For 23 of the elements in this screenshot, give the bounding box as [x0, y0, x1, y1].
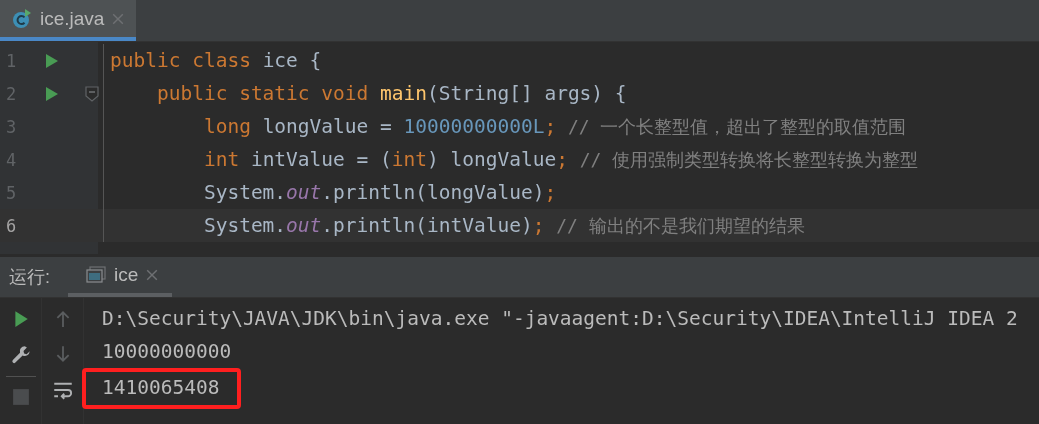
run-icon[interactable]	[44, 52, 60, 69]
line-number: 6	[5, 215, 18, 236]
fold-icon[interactable]	[85, 85, 99, 102]
soft-wrap-icon[interactable]	[52, 380, 73, 400]
file-tab[interactable]: ice.java	[0, 0, 137, 41]
console-line: 1410065408	[102, 376, 220, 399]
code-line: System.out.println(longValue);	[202, 181, 557, 204]
code-line: public static void main(String[] args) {	[155, 82, 627, 105]
code-line: System.out.println(intValue); // 输出的不是我们期望的结果	[202, 213, 805, 238]
run-icon[interactable]	[44, 85, 60, 102]
code-line: int intValue = (int) longValue; // 使用强制类型转换将长整型转换为整型	[202, 147, 919, 172]
code-line: long longValue = 10000000000L; // 一个长整型值，超出了整型的取值范围	[202, 114, 907, 139]
run-tab[interactable]: ice	[68, 257, 173, 297]
panel-label: 运行:	[8, 266, 51, 289]
console-line: 10000000000	[102, 340, 232, 363]
close-icon[interactable]	[146, 269, 159, 281]
console-line: D:\Security\JAVA\JDK\bin\java.exe "-javaagent:D:\Security\IDEA\IntelliJ IDEA 2	[102, 307, 1018, 330]
wrench-icon[interactable]	[10, 345, 31, 365]
code-line: public class ice {	[109, 49, 322, 72]
stop-icon[interactable]	[11, 388, 30, 406]
java-class-icon	[12, 8, 32, 29]
console-icon	[86, 266, 106, 284]
close-icon[interactable]	[112, 12, 125, 25]
